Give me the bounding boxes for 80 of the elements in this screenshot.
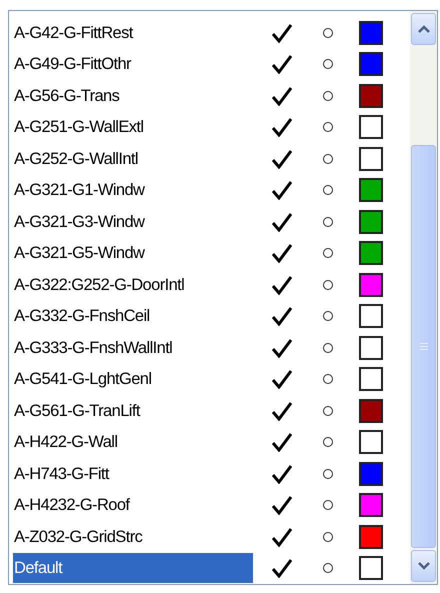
check-icon[interactable] [271, 274, 293, 295]
scroll-down-button[interactable] [411, 550, 436, 582]
color-swatch[interactable] [359, 115, 383, 140]
layer-name[interactable]: A-H422-G-Wall [13, 427, 253, 458]
color-swatch[interactable] [359, 462, 383, 486]
check-icon[interactable] [271, 338, 293, 358]
layer-name[interactable]: Default [13, 553, 253, 584]
layer-name[interactable]: A-G321-G5-Windw [13, 238, 253, 268]
circle-icon[interactable] [323, 563, 333, 574]
layer-name[interactable]: A-G333-G-FnshWallIntl [13, 332, 253, 363]
color-swatch[interactable] [359, 241, 383, 266]
check-icon[interactable] [271, 22, 293, 43]
color-swatch[interactable] [359, 336, 383, 360]
check-icon[interactable] [271, 54, 293, 74]
layer-name[interactable]: A-G252-G-WallIntl [13, 144, 253, 174]
circle-icon[interactable] [323, 532, 333, 542]
color-swatch[interactable] [359, 20, 383, 45]
circle-icon[interactable] [323, 280, 333, 290]
layer-name[interactable]: A-G49-G-FittOthr [13, 49, 253, 80]
color-swatch[interactable] [359, 52, 383, 76]
layer-name[interactable]: A-G251-G-WallExtl [13, 112, 253, 142]
circle-icon[interactable] [323, 154, 333, 164]
layer-name[interactable]: A-G321-G3-Windw [13, 206, 253, 237]
check-icon[interactable] [271, 117, 293, 138]
check-icon[interactable] [271, 558, 293, 578]
circle-icon[interactable] [323, 406, 333, 416]
check-icon[interactable] [271, 180, 293, 200]
circle-icon[interactable] [323, 90, 333, 101]
color-swatch[interactable] [359, 210, 383, 234]
scroll-up-button[interactable] [411, 13, 436, 45]
circle-icon[interactable] [323, 122, 333, 132]
check-icon[interactable] [271, 212, 293, 232]
layer-name[interactable]: A-H743-G-Fitt [13, 458, 253, 489]
layer-name[interactable]: A-G42-G-FittRest [13, 18, 253, 48]
circle-icon[interactable] [323, 248, 333, 258]
color-swatch[interactable] [359, 367, 383, 392]
color-swatch[interactable] [359, 556, 383, 580]
circle-icon[interactable] [323, 185, 333, 196]
caret-up-icon [418, 25, 430, 33]
check-icon[interactable] [271, 464, 293, 484]
circle-icon[interactable] [323, 437, 333, 448]
check-icon[interactable] [271, 86, 293, 106]
layer-name[interactable]: A-G56-G-Trans [13, 80, 253, 111]
color-swatch[interactable] [359, 493, 383, 518]
layer-name[interactable]: A-G321-G1-Windw [13, 175, 253, 206]
circle-icon[interactable] [323, 59, 333, 70]
caret-down-icon [418, 562, 430, 570]
check-icon[interactable] [271, 432, 293, 452]
color-swatch[interactable] [359, 304, 383, 328]
check-icon[interactable] [271, 526, 293, 547]
check-icon[interactable] [271, 369, 293, 390]
circle-icon[interactable] [323, 374, 333, 384]
layer-name[interactable]: A-H4232-G-Roof [13, 490, 253, 520]
check-icon[interactable] [271, 243, 293, 264]
color-swatch[interactable] [359, 430, 383, 454]
layer-name[interactable]: A-G332-G-FnshCeil [13, 301, 253, 332]
color-swatch[interactable] [359, 146, 383, 171]
check-icon[interactable] [271, 148, 293, 169]
check-icon[interactable] [271, 495, 293, 516]
circle-icon[interactable] [323, 500, 333, 510]
layer-name[interactable]: A-G322:G252-G-DoorIntl [13, 270, 253, 300]
grip-icon [420, 343, 428, 350]
color-swatch[interactable] [359, 178, 383, 202]
layer-name[interactable]: A-G561-G-TranLift [13, 396, 253, 426]
scroll-thumb[interactable] [411, 145, 436, 548]
circle-icon[interactable] [323, 28, 333, 38]
layer-name[interactable]: A-G541-G-LghtGenl [13, 364, 253, 394]
circle-icon[interactable] [323, 216, 333, 227]
color-swatch[interactable] [359, 84, 383, 108]
color-swatch[interactable] [359, 524, 383, 549]
circle-icon[interactable] [323, 468, 333, 479]
color-swatch[interactable] [359, 398, 383, 423]
color-swatch[interactable] [359, 272, 383, 297]
layer-name[interactable]: A-Z032-G-GridStrc [13, 522, 253, 552]
circle-icon[interactable] [323, 342, 333, 353]
scrollbar[interactable] [410, 11, 437, 584]
check-icon[interactable] [271, 306, 293, 326]
check-icon[interactable] [271, 400, 293, 421]
circle-icon[interactable] [323, 311, 333, 322]
layer-list[interactable] [8, 10, 438, 585]
